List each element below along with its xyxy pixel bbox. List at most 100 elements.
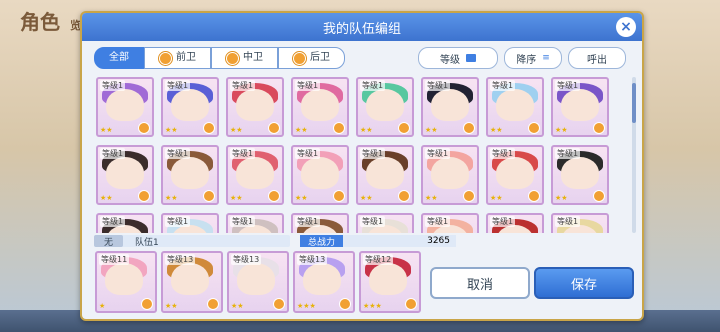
character-card[interactable]: 等级1 (291, 213, 349, 233)
character-level: 等级1 (555, 148, 581, 159)
character-card[interactable]: 等级1 ★★ (226, 145, 284, 205)
character-card[interactable]: 等级1 (486, 213, 544, 233)
close-button[interactable]: × (616, 17, 636, 37)
character-level: 等级1 (360, 148, 386, 159)
character-card[interactable]: 等级1 ★★ (226, 77, 284, 137)
order-button[interactable]: 降序 ≡ (504, 47, 562, 69)
character-card[interactable]: 等级1 (161, 213, 219, 233)
role-icon (203, 190, 215, 202)
character-level: 等级11 (99, 254, 130, 265)
recall-button[interactable]: 呼出 (568, 47, 626, 69)
save-button[interactable]: 保存 (534, 267, 634, 299)
role-icon (333, 122, 345, 134)
character-portrait (431, 89, 469, 121)
character-portrait (301, 157, 339, 189)
character-level: 等级1 (425, 80, 451, 91)
character-card[interactable]: 等级1 ★★ (96, 77, 154, 137)
character-level: 等级1 (230, 148, 256, 159)
character-card[interactable]: 等级1 ★★ (356, 145, 414, 205)
character-portrait (236, 157, 274, 189)
role-icon (463, 190, 475, 202)
role-icon (593, 122, 605, 134)
star-rating: ★★ (165, 302, 178, 310)
star-rating: ★★ (165, 194, 178, 202)
power-bar: 总战力 3265 (300, 235, 456, 248)
tab-middle[interactable]: 中卫 (211, 47, 278, 69)
star-rating: ★★ (555, 194, 568, 202)
sort-button[interactable]: 等级 (418, 47, 498, 69)
dialog-title: 我的队伍编组 (322, 21, 401, 37)
character-card[interactable]: 等级1 ★★ (291, 145, 349, 205)
character-card[interactable]: 等级1 ★★ (356, 77, 414, 137)
character-card[interactable]: 等级1 ★★ (421, 77, 479, 137)
character-level: 等级1 (425, 148, 451, 159)
front-role-icon (159, 51, 172, 65)
character-portrait (105, 263, 143, 295)
grid-scrollbar[interactable] (632, 77, 636, 233)
character-level: 等级1 (490, 216, 516, 227)
character-card[interactable]: 等级1 ★★ (96, 145, 154, 205)
character-portrait (561, 89, 599, 121)
role-filter-tabs: 全部 前卫 中卫 后卫 (94, 47, 345, 69)
tab-all[interactable]: 全部 (94, 47, 144, 69)
character-level: 等级13 (297, 254, 328, 265)
team-member-card[interactable]: 等级12 ★★★ (359, 251, 421, 313)
cancel-button[interactable]: 取消 (430, 267, 530, 299)
star-rating: ★★ (555, 126, 568, 134)
character-level: 等级1 (555, 216, 581, 227)
character-level: 等级1 (295, 148, 321, 159)
character-card[interactable]: 等级1 ★★ (291, 77, 349, 137)
role-icon (203, 122, 215, 134)
character-portrait (301, 89, 339, 121)
power-value: 3265 (427, 236, 450, 246)
character-level: 等级1 (165, 148, 191, 159)
star-rating: ★★ (231, 302, 244, 310)
character-card[interactable]: 等级1 ★★ (486, 77, 544, 137)
character-level: 等级1 (100, 80, 126, 91)
role-icon (528, 190, 540, 202)
character-level: 等级1 (295, 216, 321, 227)
character-card[interactable]: 等级1 ★★ (551, 145, 609, 205)
character-card[interactable]: 等级1 ★★ (421, 145, 479, 205)
character-card[interactable]: 等级1 ★★ (486, 145, 544, 205)
character-level: 等级1 (230, 80, 256, 91)
team-member-card[interactable]: 等级11 ★ (95, 251, 157, 313)
character-level: 等级1 (165, 80, 191, 91)
character-card[interactable]: 等级1 (421, 213, 479, 233)
character-portrait (496, 89, 534, 121)
filter-row: 全部 前卫 中卫 后卫 等级 降序 ≡ 呼出 (94, 47, 630, 69)
character-portrait (369, 263, 407, 295)
character-portrait (431, 157, 469, 189)
character-card[interactable]: 等级1 (551, 213, 609, 233)
scroll-thumb[interactable] (632, 83, 636, 123)
star-rating: ★★ (100, 126, 113, 134)
star-rating: ★★ (230, 194, 243, 202)
character-portrait (366, 89, 404, 121)
star-rating: ★★ (425, 194, 438, 202)
character-card[interactable]: 等级1 (96, 213, 154, 233)
team-member-card[interactable]: 等级13 ★★ (227, 251, 289, 313)
character-card[interactable]: 等级1 ★★ (551, 77, 609, 137)
character-card[interactable]: 等级1 ★★ (161, 77, 219, 137)
character-card[interactable]: 等级1 (226, 213, 284, 233)
star-rating: ★★ (295, 126, 308, 134)
team-name: 队伍1 (135, 237, 159, 248)
star-rating: ★★ (490, 194, 503, 202)
character-level: 等级1 (100, 148, 126, 159)
role-icon (138, 122, 150, 134)
character-card[interactable]: 等级1 ★★ (161, 145, 219, 205)
character-level: 等级1 (490, 148, 516, 159)
tab-front[interactable]: 前卫 (144, 47, 211, 69)
character-portrait (496, 157, 534, 189)
team-member-card[interactable]: 等级13 ★★ (161, 251, 223, 313)
character-card[interactable]: 等级1 (356, 213, 414, 233)
team-member-card[interactable]: 等级13 ★★★ (293, 251, 355, 313)
middle-role-icon (226, 51, 239, 65)
star-rating: ★★ (100, 194, 113, 202)
team-editor-dialog: 我的队伍编组 × 全部 前卫 中卫 后卫 等级 降序 ≡ 呼出 等级1 ★★ 等级1… (80, 11, 644, 321)
team-info-strip: 无 队伍1 总战力 3265 (94, 235, 630, 249)
role-icon (141, 298, 153, 310)
character-level: 等级13 (165, 254, 196, 265)
character-grid: 等级1 ★★ 等级1 ★★ 等级1 ★★ 等级1 ★★ 等级1 ★★ 等级1 ★★ 等级1 ★★ 等级1 ★★… (94, 77, 626, 233)
tab-back[interactable]: 后卫 (278, 47, 345, 69)
